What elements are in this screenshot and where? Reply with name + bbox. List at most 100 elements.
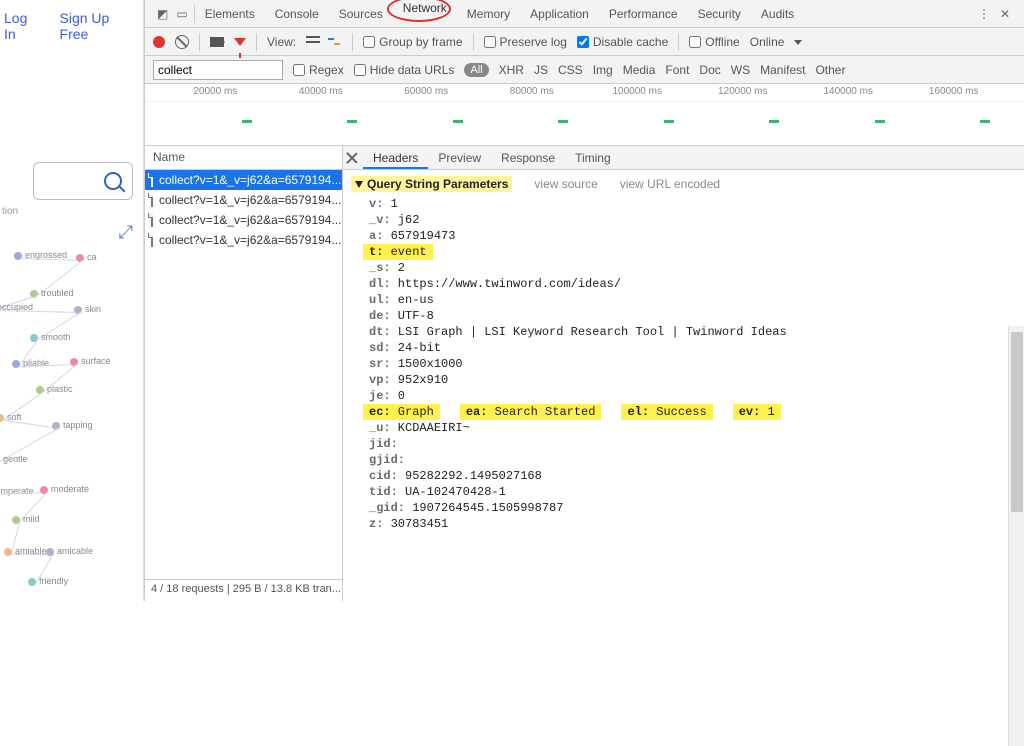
param-row: vp: 952x910 xyxy=(343,372,1024,388)
param-row: cid: 95282292.1495027168 xyxy=(343,468,1024,484)
section-query-string[interactable]: Query String Parameters xyxy=(351,176,512,192)
filter-type-all[interactable]: All xyxy=(464,63,488,77)
param-row: jid: xyxy=(343,436,1024,452)
throttling-select[interactable]: Online xyxy=(750,35,803,49)
param-row: dt: LSI Graph | LSI Keyword Research Too… xyxy=(343,324,1024,340)
graph-node[interactable]: gentle xyxy=(0,454,28,464)
preserve-log-checkbox[interactable]: Preserve log xyxy=(484,35,567,49)
request-row[interactable]: collect?v=1&_v=j62&a=6579194... xyxy=(145,190,342,210)
screenshot-icon[interactable] xyxy=(210,37,224,47)
tab-memory[interactable]: Memory xyxy=(457,0,520,28)
record-button[interactable] xyxy=(153,36,165,48)
hide-data-urls-checkbox[interactable]: Hide data URLs xyxy=(354,63,455,77)
timeline-tick: 140000 ms xyxy=(823,86,872,97)
filter-type-manifest[interactable]: Manifest xyxy=(760,63,805,77)
vertical-scrollbar[interactable] xyxy=(1008,326,1024,746)
graph-node[interactable]: temperate xyxy=(0,486,34,496)
expand-icon[interactable]: ⤢ xyxy=(119,222,133,243)
file-icon xyxy=(151,193,153,207)
timeline-mark xyxy=(664,120,674,123)
details-tab-headers[interactable]: Headers xyxy=(363,147,428,169)
param-row: z: 30783451 xyxy=(343,516,1024,532)
signup-link[interactable]: Sign Up Free xyxy=(60,10,139,42)
param-row: a: 657919473 xyxy=(343,228,1024,244)
inspect-icon[interactable]: ◩ xyxy=(157,7,168,21)
param-row: de: UTF-8 xyxy=(343,308,1024,324)
tab-elements[interactable]: Elements xyxy=(195,0,265,28)
large-rows-icon[interactable] xyxy=(306,36,320,46)
file-icon xyxy=(151,233,153,247)
view-url-encoded-link[interactable]: view URL encoded xyxy=(620,177,720,191)
request-details: HeadersPreviewResponseTiming Query Strin… xyxy=(343,146,1024,601)
details-tab-response[interactable]: Response xyxy=(491,147,565,169)
graph-node[interactable]: ca xyxy=(76,252,97,262)
timeline-tick: 100000 ms xyxy=(612,86,661,97)
request-row[interactable]: collect?v=1&_v=j62&a=6579194... xyxy=(145,210,342,230)
details-tab-timing[interactable]: Timing xyxy=(565,147,621,169)
filter-type-js[interactable]: JS xyxy=(534,63,548,77)
devtools-panel: ◩ ▭ ElementsConsoleSourcesNetworkMemoryA… xyxy=(144,0,1024,601)
timeline-mark xyxy=(875,120,885,123)
filter-input[interactable] xyxy=(153,60,283,80)
more-icon[interactable]: ⋮ xyxy=(978,7,990,21)
tab-network[interactable]: Network xyxy=(393,0,457,21)
filter-type-media[interactable]: Media xyxy=(623,63,656,77)
search-icon xyxy=(104,172,122,190)
filter-type-img[interactable]: Img xyxy=(593,63,613,77)
tab-console[interactable]: Console xyxy=(265,0,329,28)
timeline-tick: 120000 ms xyxy=(718,86,767,97)
caption-text: tion xyxy=(2,206,143,217)
close-devtools-icon[interactable]: ✕ xyxy=(1000,7,1010,21)
param-row: el: Success xyxy=(621,404,712,420)
device-icon[interactable]: ▭ xyxy=(176,7,187,21)
underlying-page: Log In Sign Up Free tion ⤢ engrossedcatr… xyxy=(0,0,144,601)
param-row: _v: j62 xyxy=(343,212,1024,228)
request-name: collect?v=1&_v=j62&a=6579194... xyxy=(159,193,341,207)
param-row: tid: UA-102470428-1 xyxy=(343,484,1024,500)
search-input[interactable] xyxy=(33,162,133,200)
tab-performance[interactable]: Performance xyxy=(599,0,688,28)
close-details-icon[interactable] xyxy=(345,151,359,165)
group-by-frame-checkbox[interactable]: Group by frame xyxy=(363,35,462,49)
waterfall-icon[interactable] xyxy=(328,36,342,48)
chevron-down-icon xyxy=(355,181,363,188)
details-tab-preview[interactable]: Preview xyxy=(428,147,491,169)
overview-timeline[interactable]: 20000 ms40000 ms60000 ms80000 ms100000 m… xyxy=(145,84,1024,146)
graph-node[interactable]: friendly xyxy=(28,576,68,586)
view-source-link[interactable]: view source xyxy=(534,177,597,191)
column-header-name[interactable]: Name xyxy=(145,146,342,170)
graph-node[interactable]: troubled xyxy=(30,288,74,298)
filter-type-css[interactable]: CSS xyxy=(558,63,583,77)
clear-button[interactable] xyxy=(175,35,189,49)
login-link[interactable]: Log In xyxy=(4,10,42,42)
tab-security[interactable]: Security xyxy=(688,0,751,28)
tab-audits[interactable]: Audits xyxy=(751,0,804,28)
tab-sources[interactable]: Sources xyxy=(329,0,393,28)
filter-type-other[interactable]: Other xyxy=(815,63,845,77)
request-name: collect?v=1&_v=j62&a=6579194... xyxy=(159,213,341,227)
request-row[interactable]: collect?v=1&_v=j62&a=6579194... xyxy=(145,230,342,250)
filter-type-xhr[interactable]: XHR xyxy=(499,63,524,77)
file-icon xyxy=(151,173,153,187)
filter-type-doc[interactable]: Doc xyxy=(699,63,720,77)
chevron-down-icon xyxy=(794,40,802,45)
devtools-tabbar: ◩ ▭ ElementsConsoleSourcesNetworkMemoryA… xyxy=(145,0,1024,28)
param-row: ea: Search Started xyxy=(460,404,602,420)
graph-node[interactable]: mild xyxy=(12,514,40,524)
filter-bar: Regex Hide data URLs All XHR JS CSS Img Medi… xyxy=(145,56,1024,84)
tab-application[interactable]: Application xyxy=(520,0,599,28)
timeline-tick: 80000 ms xyxy=(510,86,554,97)
network-toolbar: View: Group by frame Preserve log Disabl… xyxy=(145,28,1024,56)
offline-checkbox[interactable]: Offline xyxy=(689,35,739,49)
filter-type-font[interactable]: Font xyxy=(665,63,689,77)
disable-cache-checkbox[interactable]: Disable cache xyxy=(577,35,668,49)
regex-checkbox[interactable]: Regex xyxy=(293,63,344,77)
request-name: collect?v=1&_v=j62&a=6579194... xyxy=(159,173,341,187)
file-icon xyxy=(151,213,153,227)
request-row[interactable]: collect?v=1&_v=j62&a=6579194... xyxy=(145,170,342,190)
filter-type-ws[interactable]: WS xyxy=(731,63,750,77)
param-row: ul: en-us xyxy=(343,292,1024,308)
view-label: View: xyxy=(267,35,296,49)
filter-icon[interactable] xyxy=(234,38,246,46)
param-row: je: 0 xyxy=(343,388,1024,404)
